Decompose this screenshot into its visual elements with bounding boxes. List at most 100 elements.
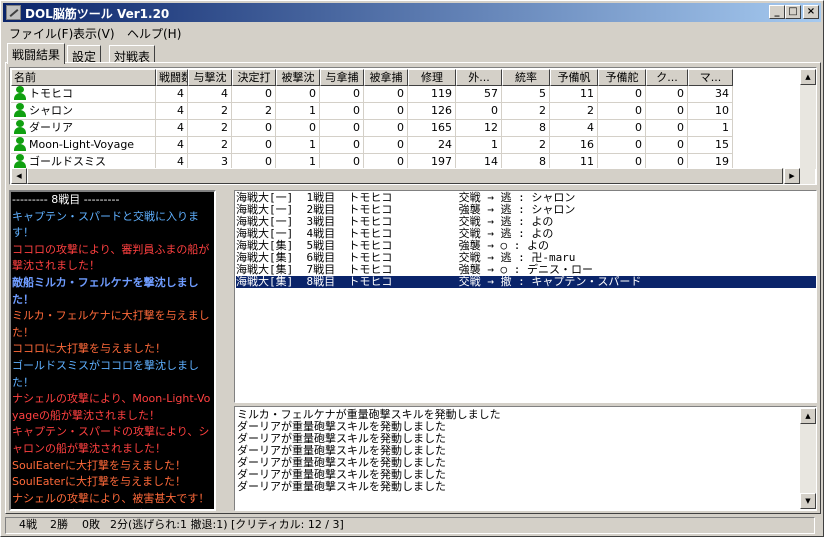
column-header[interactable]: 戦闘数 (156, 69, 188, 86)
status-detail: 2分(逃げられ:1 撤退:1) [クリティカル: 12 / 3] (110, 518, 344, 531)
minimize-button[interactable]: _ (769, 5, 785, 19)
stat-cell: 5 (502, 86, 550, 103)
stat-cell: 34 (688, 86, 733, 103)
stat-cell: 0 (598, 137, 646, 154)
column-header[interactable]: マ... (688, 69, 733, 86)
close-button[interactable]: × (803, 5, 819, 19)
column-header[interactable]: 修理 (408, 69, 456, 86)
stat-cell: 126 (408, 103, 456, 120)
grid-hscrollbar[interactable]: ◀ ▶ (11, 168, 815, 184)
column-header[interactable]: 決定打 (232, 69, 276, 86)
stat-cell: 15 (688, 137, 733, 154)
log-line: SoulEaterに大打撃を与えました！ (12, 458, 187, 472)
stat-cell: 0 (320, 137, 364, 154)
tab-battle-results[interactable]: 戦闘結果 (7, 43, 66, 64)
log-line: ゴールドスミスがココロを撃沈しました！ (12, 358, 199, 389)
player-name: ダーリア (29, 121, 73, 134)
stat-cell: 2 (188, 120, 232, 137)
column-header[interactable]: 名前 (11, 69, 156, 86)
column-header[interactable]: 統率 (502, 69, 550, 86)
grid-hscroll-thumb[interactable] (27, 168, 783, 184)
player-icon (13, 103, 27, 117)
stat-cell: 0 (232, 86, 276, 103)
stat-cell: 0 (364, 86, 408, 103)
stat-cell: 0 (598, 120, 646, 137)
stat-cell: 0 (456, 103, 502, 120)
column-header[interactable]: 与拿捕 (320, 69, 364, 86)
title-bar[interactable]: DOL脳筋ツール Ver1.20 _ □ × (3, 3, 821, 22)
grid-scroll-up-button[interactable]: ▲ (800, 69, 816, 85)
stat-cell: 1 (276, 137, 320, 154)
stat-cell: 0 (276, 120, 320, 137)
column-header[interactable]: 被撃沈 (276, 69, 320, 86)
status-bar: 4戦 2勝 0敗 2分(逃げられ:1 撤退:1) [クリティカル: 12 / 3… (3, 516, 821, 535)
grid-vscrollbar[interactable]: ▲ (800, 69, 816, 169)
status-battles: 4戦 (19, 518, 37, 531)
player-icon (13, 120, 27, 134)
battle-list-item[interactable]: 海戦大[集] 8戦目 トモヒコ 交戦 → 撤 : キャプテン・スパード (236, 276, 816, 288)
stat-cell: 0 (364, 103, 408, 120)
table-row[interactable]: ダーリア 4 2 0 0 0 0 165 12 8 4 0 0 1 (11, 120, 733, 137)
stat-cell: 4 (550, 120, 598, 137)
stat-cell: 2 (502, 137, 550, 154)
skill-log[interactable]: ミルカ・フェルケナが重量砲撃スキルを発動しました ダーリアが重量砲撃スキルを発動し… (234, 406, 817, 511)
column-header[interactable]: 被拿捕 (364, 69, 408, 86)
menu-help[interactable]: ヘルプ(H) (127, 25, 181, 42)
column-header[interactable]: 予備帆 (550, 69, 598, 86)
player-icon (13, 154, 27, 168)
stat-cell: 0 (232, 137, 276, 154)
menu-file[interactable]: ファイル(F) (9, 25, 73, 42)
stat-cell: 1 (688, 120, 733, 137)
log-line: キャプテン・スパードの攻撃により、シャロンの船が撃沈されました！ (12, 425, 210, 455)
stat-cell: 1 (276, 103, 320, 120)
table-row[interactable]: Moon-Light-Voyage 4 2 0 1 0 0 24 1 2 16 0 0 15 (11, 137, 733, 154)
app-icon[interactable] (6, 5, 21, 20)
player-name: シャロン (29, 104, 73, 117)
player-name: ゴールドスミス (29, 155, 106, 168)
stat-cell: 2 (502, 103, 550, 120)
battle-log: --------- 8戦目 --------- キャプテン・スパードと交戦に入りま… (9, 190, 216, 511)
stat-cell: 0 (598, 103, 646, 120)
stat-cell: 8 (502, 120, 550, 137)
log-line: ココロに大打撃を与えました！ (12, 342, 166, 356)
maximize-button[interactable]: □ (785, 5, 801, 19)
stat-cell: 2 (550, 103, 598, 120)
menu-view[interactable]: 表示(V) (73, 25, 115, 42)
tab-strip: 戦闘結果 設定 対戦表 (7, 43, 819, 64)
log-line: ミルカ・フェルケナに大打撃を与えました！ (12, 309, 210, 339)
player-name-cell: ダーリア (11, 120, 156, 137)
grid-scroll-left-button[interactable]: ◀ (11, 168, 27, 184)
stat-cell: 0 (320, 120, 364, 137)
table-row[interactable]: トモヒコ 4 4 0 0 0 0 119 57 5 11 0 0 34 (11, 86, 733, 103)
log-line: --------- 8戦目 --------- (12, 193, 120, 206)
stat-cell: 4 (156, 137, 188, 154)
battle-list[interactable]: 海戦大[一] 1戦目 トモヒコ 交戦 → 逃 : シャロン 海戦大[一] 2戦目 … (234, 190, 817, 403)
column-header[interactable]: 予備舵 (598, 69, 646, 86)
stat-cell: 0 (646, 137, 688, 154)
stat-cell: 2 (232, 103, 276, 120)
stat-cell: 16 (550, 137, 598, 154)
skill-scroll-up-button[interactable]: ▲ (800, 408, 816, 424)
log-line: SoulEaterに大打撃を与えました！ (12, 475, 187, 489)
column-header[interactable]: ク... (646, 69, 688, 86)
log-line: 敵船ミルカ・フェルケナを撃沈しました！ (12, 275, 199, 306)
table-row[interactable]: シャロン 4 2 2 1 0 0 126 0 2 2 0 0 10 (11, 103, 733, 120)
stat-cell: 1 (456, 137, 502, 154)
stat-cell: 119 (408, 86, 456, 103)
grid-scroll-right-button[interactable]: ▶ (784, 168, 800, 184)
stat-cell: 4 (156, 86, 188, 103)
player-name-cell: トモヒコ (11, 86, 156, 103)
stat-cell: 12 (456, 120, 502, 137)
grid-header: 名前戦闘数与撃沈決定打被撃沈与拿捕被拿捕修理外...統率予備帆予備舵ク...マ.… (11, 69, 733, 86)
tab-matchups[interactable]: 対戦表 (109, 45, 156, 64)
log-line: ナシェルの攻撃により、Moon-Light-Voyageの船が撃沈されました！ (12, 392, 211, 422)
skill-scroll-down-button[interactable]: ▼ (800, 493, 816, 509)
stat-cell: 0 (646, 120, 688, 137)
column-header[interactable]: 外... (456, 69, 502, 86)
main-window: DOL脳筋ツール Ver1.20 _ □ × ファイル(F) 表示(V) ヘルプ… (0, 0, 824, 537)
stat-cell: 4 (156, 103, 188, 120)
tab-settings[interactable]: 設定 (67, 45, 102, 64)
skill-vscrollbar[interactable]: ▲ ▼ (800, 408, 816, 509)
column-header[interactable]: 与撃沈 (188, 69, 232, 86)
log-line: ココロの攻撃により、審判員ふまの船が撃沈されました！ (12, 242, 210, 273)
